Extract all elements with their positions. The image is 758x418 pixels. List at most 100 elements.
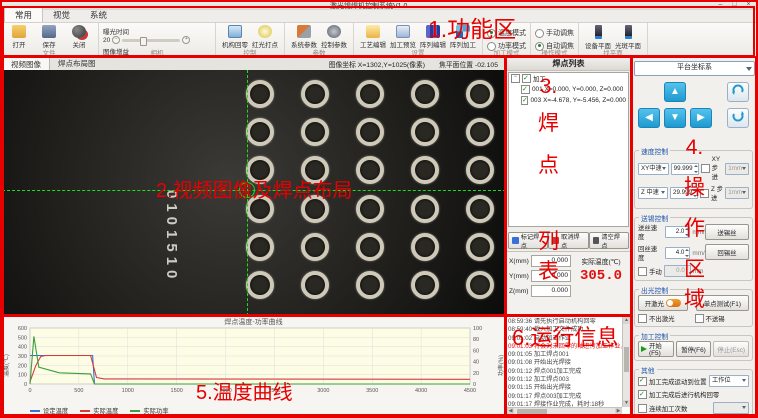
- ribbon-tab[interactable]: 系统: [80, 8, 117, 22]
- feed-speed-input[interactable]: 2.0: [665, 226, 690, 238]
- log-line: 09:01:15 开始出光焊接: [508, 384, 622, 392]
- log-line: 09:01:08 开始出光焊接: [508, 359, 622, 367]
- speed-select[interactable]: Z 中速: [638, 187, 668, 199]
- step-checkbox[interactable]: [700, 189, 709, 198]
- speed-value-input[interactable]: 99.999: [671, 163, 699, 175]
- speed-select[interactable]: XY中速: [638, 163, 669, 175]
- jog-up-button[interactable]: ▲: [664, 82, 686, 102]
- laser-option-checkbox[interactable]: [695, 314, 704, 323]
- ribbon-button[interactable]: 系统参数: [289, 25, 319, 49]
- tree-expander-icon[interactable]: −: [511, 74, 520, 83]
- maximize-button[interactable]: □: [729, 0, 740, 9]
- ribbon-button[interactable]: 工艺编辑: [358, 25, 388, 49]
- ribbon-tab[interactable]: 视觉: [43, 8, 80, 22]
- slider-track[interactable]: [122, 39, 180, 42]
- point-list-button[interactable]: 取消焊点: [548, 232, 588, 249]
- jog-right-button[interactable]: ▶: [690, 108, 712, 128]
- ribbon-button[interactable]: 红光打点: [250, 25, 280, 49]
- laser-toggle-button[interactable]: 开激光: [638, 295, 688, 311]
- point-list-button[interactable]: 清空焊点: [589, 232, 629, 249]
- slider-plus[interactable]: +: [182, 36, 190, 44]
- process-button-label: 停止(Esc): [717, 345, 745, 354]
- ribbon-button[interactable]: 加工预览: [388, 25, 418, 49]
- ribbon-button[interactable]: 关闭: [64, 25, 94, 49]
- save-icon: [42, 25, 56, 38]
- solder-pad: [246, 195, 274, 223]
- ribbon-button[interactable]: 保存: [34, 25, 64, 49]
- solder-pad: [466, 156, 494, 184]
- laser-option-checkbox[interactable]: [638, 314, 647, 323]
- radio-option[interactable]: 手动调焦: [535, 28, 574, 38]
- scroll-down-icon[interactable]: ▼: [623, 400, 630, 407]
- group-label: 文件: [0, 47, 98, 57]
- solder-point-row[interactable]: 003 X=-4.678, Y=-5.456, Z=0.000: [509, 95, 628, 106]
- z-down-button[interactable]: [727, 108, 749, 128]
- run-log-panel[interactable]: 08:59:36 请先执行启动机构回零 08:59:40 载入加工文件成功 09…: [506, 316, 631, 416]
- camera-view[interactable]: 0101510: [2, 70, 506, 316]
- point-list-button[interactable]: 标记焊点: [508, 232, 548, 249]
- scroll-up-icon[interactable]: ▲: [623, 317, 630, 324]
- retract-wire-button[interactable]: 回锡丝: [705, 244, 749, 260]
- tree-root-row[interactable]: − 加工: [509, 73, 628, 84]
- video-tab[interactable]: 视频图像: [2, 57, 50, 71]
- scroll-thumb[interactable]: [624, 347, 629, 372]
- svg-text:2000: 2000: [219, 388, 231, 394]
- checkbox-icon[interactable]: [521, 85, 530, 94]
- horizontal-scrollbar[interactable]: ◀ ▶: [507, 407, 622, 415]
- z-up-button[interactable]: [727, 82, 749, 102]
- step-size-select[interactable]: 1mm: [725, 163, 749, 175]
- slider-minus[interactable]: −: [112, 36, 120, 44]
- jog-down-button[interactable]: ▼: [664, 108, 686, 128]
- process-button[interactable]: 停止(Esc): [713, 341, 749, 357]
- button-label: 清空焊点: [601, 232, 625, 250]
- process-button[interactable]: 暂停(F6): [676, 341, 712, 357]
- slider-thumb[interactable]: [140, 37, 147, 46]
- checkbox-icon[interactable]: [522, 74, 531, 83]
- image-coordinates: 图像坐标 X=1302,Y=1025(像素): [329, 59, 425, 69]
- coordinate-system-select[interactable]: 平台坐标系: [634, 61, 755, 76]
- single-point-test-button[interactable]: 单点测试(F1): [696, 295, 749, 311]
- process-button[interactable]: 开始(F5): [638, 341, 674, 357]
- move-after-done-checkbox[interactable]: [638, 377, 647, 386]
- manual-feed-input[interactable]: 0.0: [664, 265, 691, 277]
- solder-pad: [356, 271, 384, 299]
- scroll-right-icon[interactable]: ▶: [615, 408, 622, 415]
- vertical-scrollbar[interactable]: ▲ ▼: [622, 317, 630, 407]
- operation-panel: 平台坐标系 ▲ ◀ ▼ ▶ 速度控制 XY中速 99.999: [631, 57, 756, 416]
- scroll-thumb[interactable]: [517, 409, 547, 414]
- step-checkbox[interactable]: [701, 164, 710, 173]
- continuous-count-input[interactable]: [713, 402, 749, 414]
- solder-pad: [301, 156, 329, 184]
- radio-option[interactable]: 温度模式: [487, 28, 526, 38]
- point-coordinates: X=0.000, Y=0.000, Z=0.000: [545, 86, 624, 93]
- jog-left-button[interactable]: ◀: [638, 108, 660, 128]
- minimize-button[interactable]: –: [715, 0, 726, 9]
- solder-pad: [356, 156, 384, 184]
- actual-temp-label: 实际温度(℃): [571, 256, 631, 266]
- ribbon-button[interactable]: 机构回零: [220, 25, 250, 49]
- speed-value-input[interactable]: 29.999: [670, 187, 698, 199]
- video-tab[interactable]: 焊点布局图: [50, 57, 104, 70]
- home-after-done-checkbox[interactable]: [638, 390, 647, 399]
- feed-wire-button[interactable]: 送锡丝: [705, 224, 749, 240]
- manual-feed-checkbox[interactable]: [638, 267, 647, 276]
- step-size-select[interactable]: 1mm: [725, 187, 749, 199]
- ribbon-group-file: 文件 打开 保存 关闭: [0, 23, 99, 57]
- feed-speed-input[interactable]: 4.0: [665, 247, 690, 259]
- solder-pad: [356, 118, 384, 146]
- ribbon-button[interactable]: 打开: [4, 25, 34, 49]
- solder-point-tree[interactable]: − 加工 001 X=0.000, Y=0.000, Z=0.000 003: [508, 72, 629, 227]
- scroll-left-icon[interactable]: ◀: [507, 408, 514, 415]
- laser-control-group: 出光控制 开激光 单点测试(F1) 不出激光 不: [634, 289, 753, 327]
- close-button[interactable]: ×: [743, 0, 754, 9]
- ribbon-tab[interactable]: 常用: [4, 7, 43, 22]
- target-position-select[interactable]: 工作位: [709, 375, 749, 387]
- ribbon-button[interactable]: 阵列编辑: [418, 25, 448, 49]
- checkbox-icon[interactable]: [521, 96, 528, 105]
- solder-point-row[interactable]: 001 X=0.000, Y=0.000, Z=0.000: [509, 84, 628, 95]
- continuous-count-checkbox[interactable]: [638, 404, 647, 413]
- log-text: 焊点001加工完成: [534, 368, 581, 375]
- ribbon-button[interactable]: 控制参数: [319, 25, 349, 49]
- ribbon-button[interactable]: 阵列加工: [448, 25, 478, 49]
- process-control-group: 加工控制 开始(F5) 暂停(F6) 停止(Esc): [634, 335, 753, 361]
